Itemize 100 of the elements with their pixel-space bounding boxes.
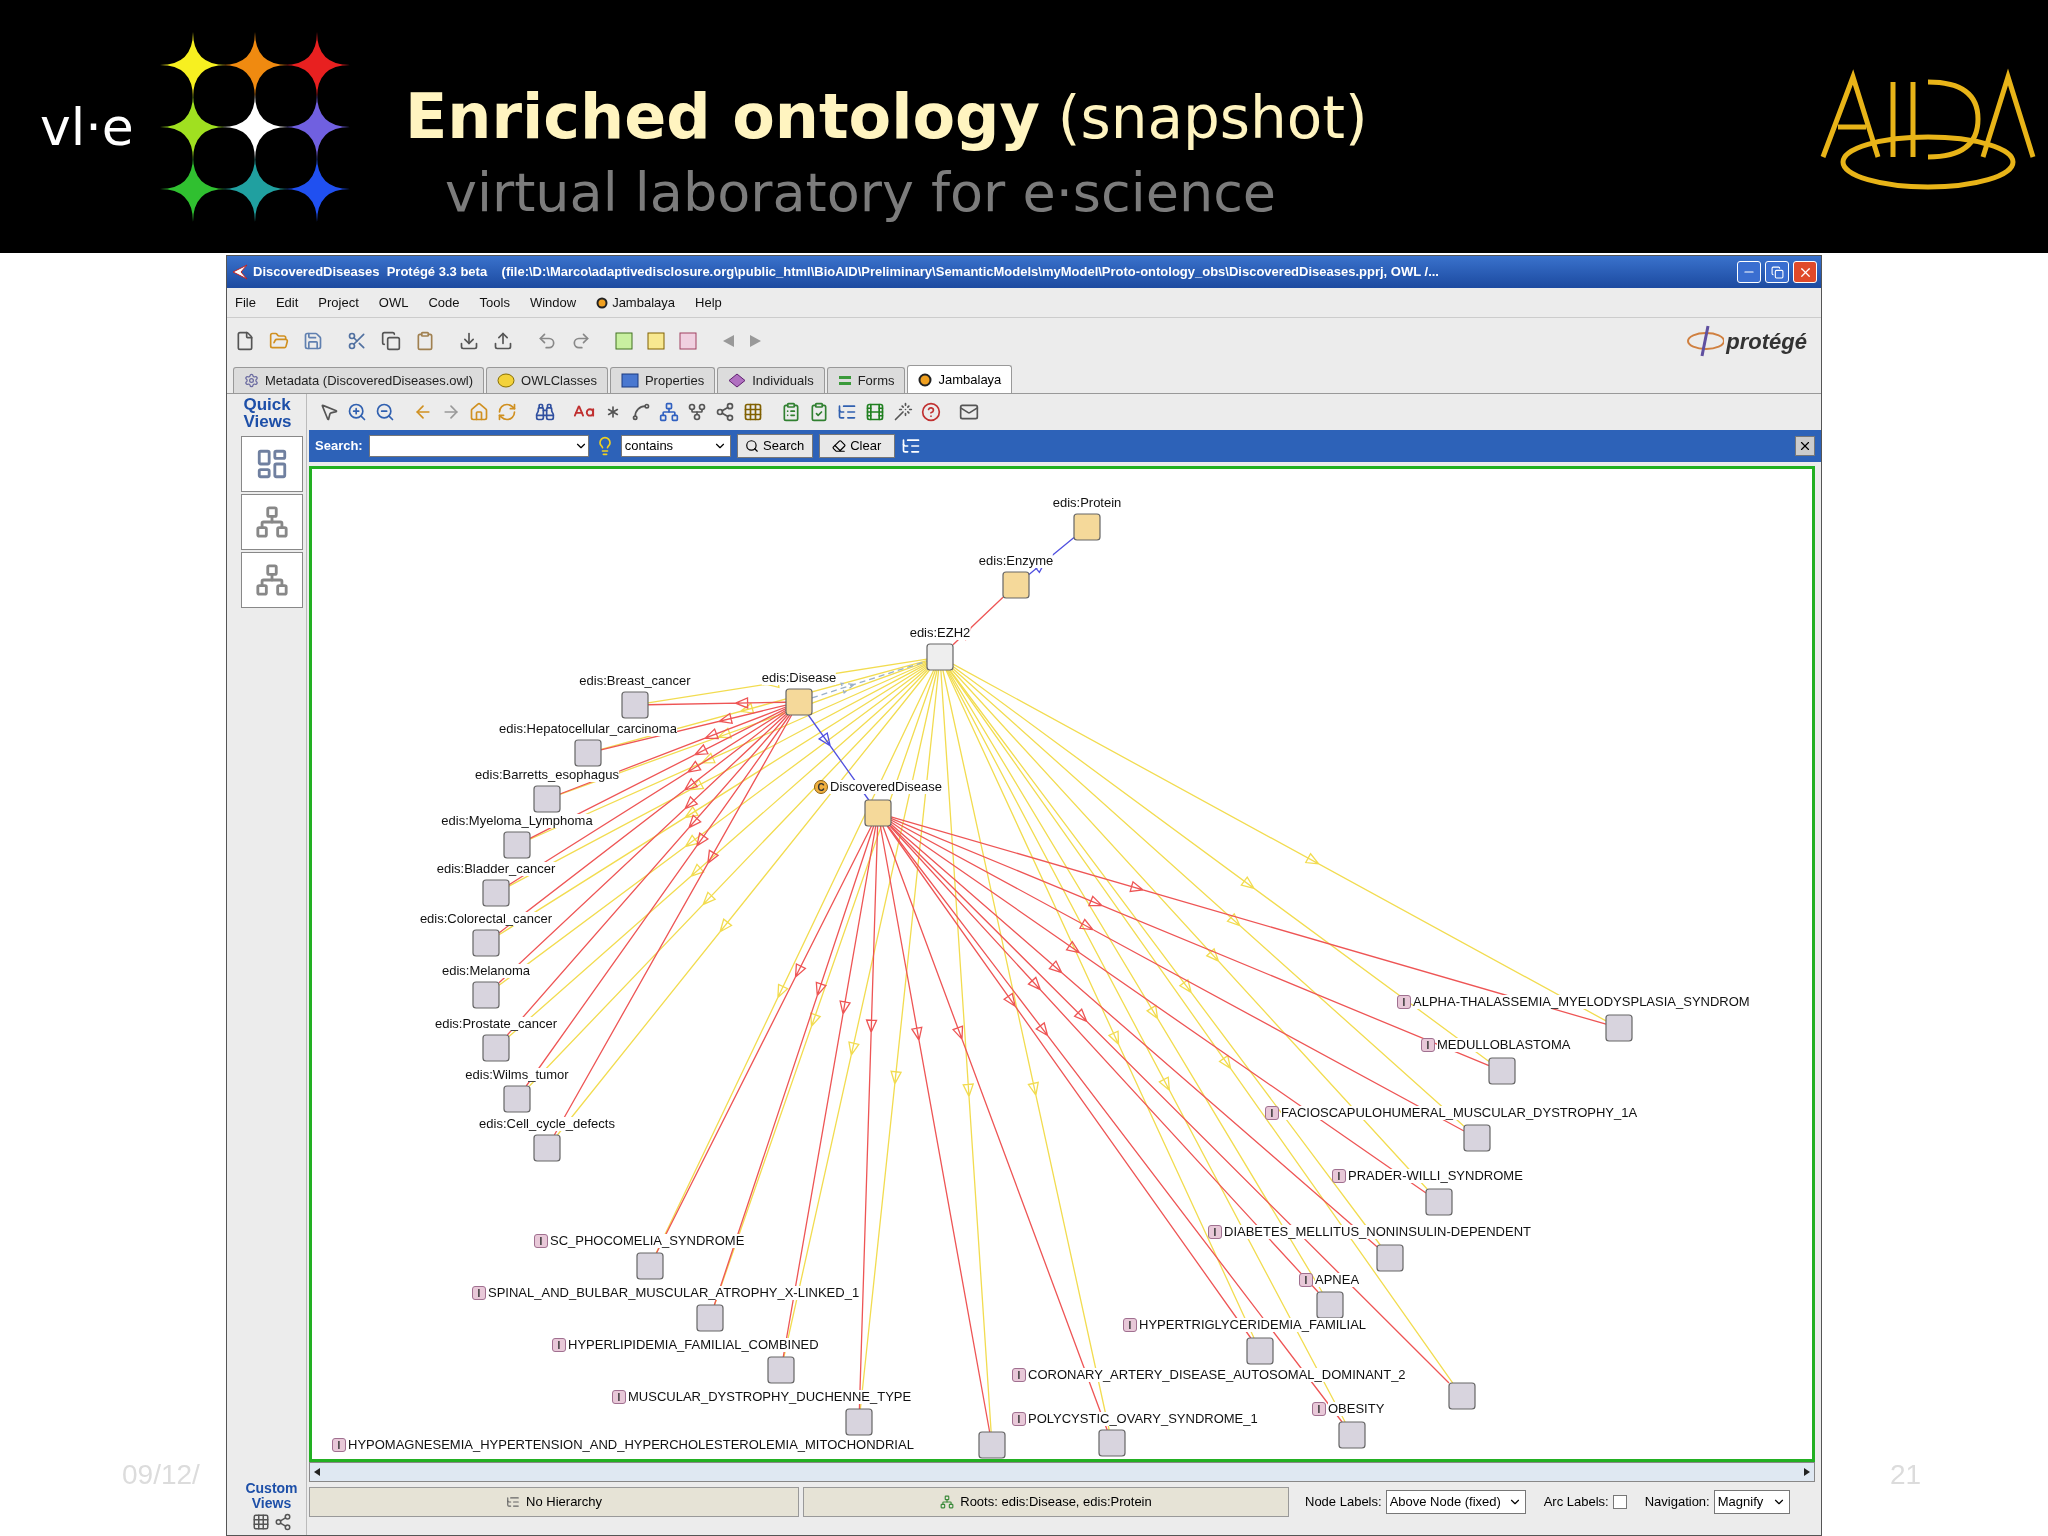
zoom-out-icon[interactable] xyxy=(375,402,395,422)
menu-item[interactable]: Jambalaya xyxy=(612,292,675,313)
node-box[interactable] xyxy=(533,785,561,813)
cut-icon[interactable] xyxy=(347,331,367,351)
node-box[interactable] xyxy=(621,691,649,719)
minimize-button[interactable] xyxy=(1737,261,1761,283)
search-toolbar-button[interactable]: Clear xyxy=(818,434,895,458)
grid-icon[interactable] xyxy=(251,1513,270,1531)
menu-item[interactable]: Project xyxy=(318,292,359,313)
copy-icon[interactable] xyxy=(381,331,401,351)
menu-item[interactable]: Code xyxy=(428,292,460,313)
node-box[interactable] xyxy=(1376,1244,1404,1272)
tab[interactable]: Forms xyxy=(826,367,906,393)
forward-triangle-icon[interactable] xyxy=(749,333,763,349)
graph-view-button[interactable] xyxy=(240,552,303,608)
layout-view-button[interactable] xyxy=(240,436,303,492)
node-box[interactable] xyxy=(1448,1382,1476,1410)
node-box[interactable] xyxy=(533,1134,561,1162)
node-box[interactable] xyxy=(636,1252,664,1280)
paste-icon[interactable] xyxy=(415,331,435,351)
node-box[interactable] xyxy=(864,799,892,827)
search-toolbar-button[interactable]: Search xyxy=(736,434,813,458)
node-box[interactable] xyxy=(926,643,954,671)
menu-item[interactable]: OWL xyxy=(378,292,409,313)
new-file-icon[interactable] xyxy=(235,331,255,351)
search-field[interactable] xyxy=(368,435,589,457)
node-box[interactable] xyxy=(696,1304,724,1332)
node-box[interactable] xyxy=(472,981,500,1009)
node-box[interactable] xyxy=(1073,513,1101,541)
node-box[interactable] xyxy=(1463,1124,1491,1152)
redo-icon[interactable] xyxy=(571,331,591,351)
wand-icon[interactable] xyxy=(893,402,913,422)
help-icon[interactable] xyxy=(921,402,941,422)
mail-icon[interactable] xyxy=(959,402,979,422)
node-box[interactable] xyxy=(1098,1429,1126,1457)
menu-item[interactable]: Help xyxy=(695,292,722,313)
individual-badge: I xyxy=(1312,1402,1326,1416)
node-box[interactable] xyxy=(503,1085,531,1113)
node-box[interactable] xyxy=(1002,571,1030,599)
menu-item[interactable]: Tools xyxy=(479,292,510,313)
back-triangle-icon[interactable] xyxy=(721,333,735,349)
square-icon[interactable] xyxy=(615,332,633,350)
grid-icon[interactable] xyxy=(743,402,763,422)
tab[interactable]: Jambalaya xyxy=(907,365,1013,393)
node-box[interactable] xyxy=(1246,1337,1274,1365)
node-box[interactable] xyxy=(767,1356,795,1384)
node-box[interactable] xyxy=(574,739,602,767)
node-labels-select[interactable]: Above Node (fixed) xyxy=(1385,1490,1526,1514)
export-icon[interactable] xyxy=(493,331,513,351)
node-box[interactable] xyxy=(785,688,813,716)
save-icon[interactable] xyxy=(303,331,323,351)
list-icon[interactable] xyxy=(900,436,921,456)
network-icon[interactable] xyxy=(659,402,679,422)
graph-view-button[interactable] xyxy=(240,494,303,550)
undo-icon[interactable] xyxy=(537,331,557,351)
folder-icon[interactable] xyxy=(269,331,289,351)
node-box[interactable] xyxy=(472,929,500,957)
pointer-icon[interactable] xyxy=(319,402,339,422)
list-tree-icon[interactable] xyxy=(837,402,857,422)
node-box[interactable] xyxy=(1488,1057,1516,1085)
node-box[interactable] xyxy=(1338,1421,1366,1449)
film-icon[interactable] xyxy=(865,402,885,422)
restore-button[interactable] xyxy=(1765,261,1789,283)
share-icon[interactable] xyxy=(715,402,735,422)
clipboard-check-icon[interactable] xyxy=(809,402,829,422)
navigation-select[interactable]: Magnify xyxy=(1713,1490,1790,1514)
node-box[interactable] xyxy=(845,1408,873,1436)
node-box[interactable] xyxy=(1425,1188,1453,1216)
menu-item[interactable]: Edit xyxy=(275,292,299,313)
clipboard-list-icon[interactable] xyxy=(781,402,801,422)
tab[interactable]: OWLClasses xyxy=(486,367,608,393)
close-button[interactable] xyxy=(1793,261,1817,283)
zoom-in-icon[interactable] xyxy=(347,402,367,422)
home-icon[interactable] xyxy=(469,402,489,422)
tab[interactable]: Properties xyxy=(609,367,716,393)
menu-item[interactable]: Window xyxy=(529,292,577,313)
node-box[interactable] xyxy=(503,831,531,859)
square-icon[interactable] xyxy=(679,332,697,350)
node-box[interactable] xyxy=(482,1034,510,1062)
import-icon[interactable] xyxy=(459,331,479,351)
node-box[interactable] xyxy=(978,1431,1006,1459)
refresh-icon[interactable] xyxy=(497,402,517,422)
match-mode-select[interactable]: contains xyxy=(620,435,731,457)
menu-item[interactable]: File xyxy=(235,292,256,313)
tab[interactable]: Individuals xyxy=(717,367,825,393)
tab[interactable]: Metadata (DiscoveredDiseases.owl) xyxy=(233,367,485,393)
binoculars-icon[interactable] xyxy=(535,402,555,422)
fork-icon[interactable] xyxy=(687,402,707,422)
square-icon[interactable] xyxy=(647,332,665,350)
node-label: DiscoveredDisease xyxy=(830,780,942,794)
hierarchy-button[interactable]: No Hierarchy xyxy=(309,1487,799,1517)
node-box[interactable] xyxy=(1316,1291,1344,1319)
node-box[interactable] xyxy=(1605,1014,1633,1042)
navigation-label: Navigation: xyxy=(1644,1493,1710,1512)
node-box[interactable] xyxy=(482,879,510,907)
horizontal-scrollbar[interactable] xyxy=(309,1462,1815,1482)
spline-icon[interactable] xyxy=(631,402,651,422)
arc-labels-checkbox[interactable] xyxy=(1612,1495,1627,1509)
close-search-button[interactable] xyxy=(1795,436,1815,456)
roots-button[interactable]: Roots: edis:Disease, edis:Protein xyxy=(803,1487,1289,1517)
